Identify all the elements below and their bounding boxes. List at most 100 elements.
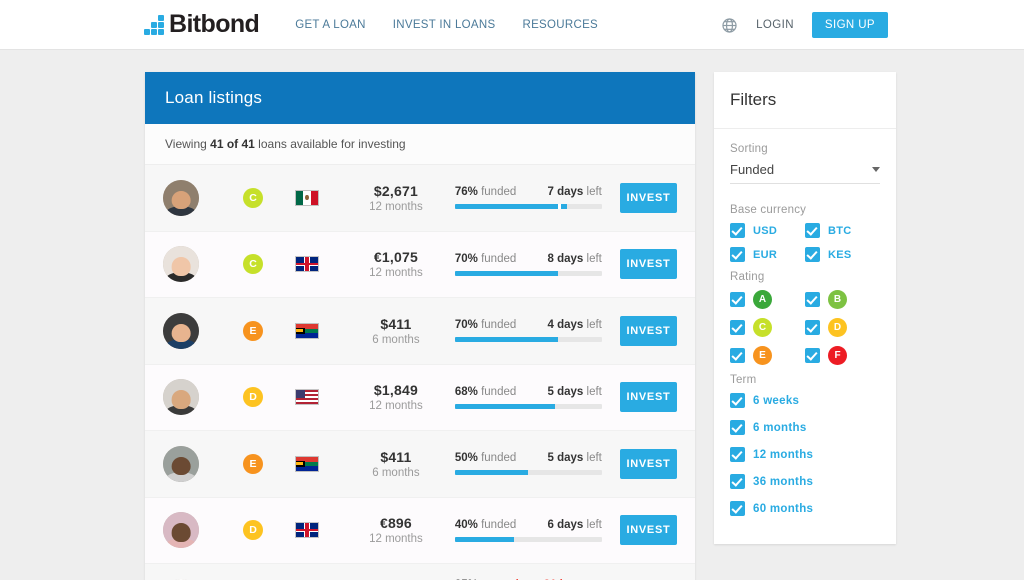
loan-term: 12 months	[369, 267, 423, 280]
sign-up-button[interactable]: SIGN UP	[811, 12, 888, 38]
top-navigation-bar: Bitbond GET A LOAN INVEST IN LOANS RESOU…	[0, 0, 1024, 50]
bitbond-logo-icon	[144, 14, 166, 35]
invest-button[interactable]: INVEST	[619, 515, 677, 546]
loan-term: 12 months	[369, 533, 423, 546]
rating-label: Rating	[730, 271, 765, 283]
table-row[interactable]: E $411 6 months 50% funded 5 days left I…	[145, 431, 695, 498]
funded-percent-text: 70% funded	[454, 252, 517, 265]
currency-checkbox-kes[interactable]: KES	[805, 247, 880, 262]
invest-button[interactable]: INVEST	[619, 315, 677, 346]
checkbox[interactable]	[730, 247, 745, 262]
country-flag-icon	[295, 522, 319, 539]
invest-button[interactable]: INVEST	[619, 182, 677, 213]
table-row[interactable]: E $411 6 months 70% funded 4 days left I…	[145, 298, 695, 365]
checkbox[interactable]	[730, 320, 745, 335]
table-row[interactable]: D $1,849 12 months 68% funded 5 days lef…	[145, 364, 695, 431]
nav-invest-in-loans[interactable]: INVEST IN LOANS	[393, 19, 496, 31]
term-label-text: 60 months	[753, 502, 814, 515]
checkbox[interactable]	[730, 292, 745, 307]
checkbox[interactable]	[730, 420, 745, 435]
rating-badge: F	[828, 346, 847, 365]
table-row[interactable]: C €1,075 12 months 70% funded 8 days lef…	[145, 231, 695, 298]
currency-checkbox-usd[interactable]: USD	[730, 223, 805, 238]
listings-count-prefix: Viewing	[165, 137, 211, 151]
funded-percent-text: 50% funded	[454, 452, 517, 465]
nav-resources[interactable]: RESOURCES	[522, 19, 598, 31]
checkbox[interactable]	[730, 223, 745, 238]
globe-icon[interactable]	[721, 17, 738, 34]
table-row[interactable]: D €1,971 12 months 35% funded about 21 h…	[145, 564, 695, 580]
rating-checkbox-c[interactable]: C	[730, 318, 805, 337]
table-row[interactable]: D €896 12 months 40% funded 6 days left …	[145, 497, 695, 564]
term-checkbox-36-months[interactable]: 36 months	[730, 474, 880, 489]
rating-checkbox-a[interactable]: A	[730, 290, 805, 309]
checkbox[interactable]	[730, 447, 745, 462]
loan-rows: C $2,671 12 months 76% funded 7 days lef…	[145, 165, 695, 580]
progress-fill	[454, 536, 514, 542]
loan-term: 12 months	[369, 400, 423, 413]
time-left-text: 5 days left	[547, 385, 602, 398]
loan-amount-cell: $1,849 12 months	[343, 382, 449, 412]
term-checkbox-6-months[interactable]: 6 months	[730, 420, 880, 435]
nav-get-a-loan[interactable]: GET A LOAN	[295, 19, 366, 31]
logo[interactable]: Bitbond	[144, 10, 260, 38]
avatar	[163, 445, 199, 482]
loan-rating-badge: D	[243, 520, 263, 541]
funding-progress-bar	[454, 470, 602, 476]
progress-fill	[454, 470, 529, 476]
rating-badge: B	[828, 290, 847, 309]
loan-progress-cell: 40% funded 6 days left	[454, 518, 602, 542]
checkbox[interactable]	[730, 393, 745, 408]
top-right-actions: LOGIN SIGN UP	[721, 0, 888, 50]
checkbox[interactable]	[805, 247, 820, 262]
loan-amount-cell: $2,671 12 months	[343, 183, 449, 213]
rating-checkbox-d[interactable]: D	[805, 318, 880, 337]
filters-title: Filters	[714, 72, 896, 129]
term-checkbox-60-months[interactable]: 60 months	[730, 501, 880, 516]
logo-text: Bitbond	[169, 10, 260, 38]
page-body: Loan listings Viewing 41 of 41 loans ava…	[0, 50, 1024, 580]
term-checkbox-6-weeks[interactable]: 6 weeks	[730, 393, 880, 408]
currency-checkbox-eur[interactable]: EUR	[730, 247, 805, 262]
time-left-text: 5 days left	[547, 452, 602, 465]
avatar	[163, 246, 199, 283]
country-flag-icon	[295, 189, 319, 206]
loan-rating-badge: C	[243, 254, 263, 275]
checkbox[interactable]	[730, 474, 745, 489]
checkbox[interactable]	[805, 348, 820, 363]
checkbox[interactable]	[805, 320, 820, 335]
invest-button[interactable]: INVEST	[619, 382, 677, 413]
term-checkbox-12-months[interactable]: 12 months	[730, 447, 880, 462]
checkbox[interactable]	[805, 223, 820, 238]
funded-percent-text: 70% funded	[454, 319, 517, 332]
invest-button[interactable]: INVEST	[619, 448, 677, 479]
filters-panel: Filters Sorting Funded Base currency USD…	[714, 72, 896, 544]
progress-fill	[454, 403, 555, 409]
funded-percent-text: 40% funded	[454, 518, 517, 531]
listings-count-text: Viewing 41 of 41 loans available for inv…	[145, 124, 695, 165]
checkbox[interactable]	[730, 501, 745, 516]
login-link[interactable]: LOGIN	[756, 19, 794, 31]
rating-checkbox-f[interactable]: F	[805, 346, 880, 365]
rating-checkbox-e[interactable]: E	[730, 346, 805, 365]
loan-term: 6 months	[372, 333, 420, 346]
loan-rating-badge: E	[243, 320, 263, 341]
sorting-select[interactable]: Funded	[730, 162, 880, 184]
loan-amount: €1,075	[373, 249, 418, 266]
currency-label: EUR	[753, 248, 778, 261]
loan-rating-badge: D	[243, 387, 263, 408]
rating-checkbox-b[interactable]: B	[805, 290, 880, 309]
currency-checkbox-btc[interactable]: BTC	[805, 223, 880, 238]
currency-label: KES	[828, 248, 852, 261]
base-currency-label: Base currency	[730, 204, 807, 216]
loan-amount-cell: $411 6 months	[343, 449, 449, 479]
checkbox[interactable]	[805, 292, 820, 307]
loan-amount: €896	[379, 515, 412, 532]
chevron-down-icon	[872, 167, 880, 172]
listings-count-suffix: loans available for investing	[254, 137, 406, 151]
table-row[interactable]: C $2,671 12 months 76% funded 7 days lef…	[145, 165, 695, 232]
invest-button[interactable]: INVEST	[619, 249, 677, 280]
checkbox[interactable]	[730, 348, 745, 363]
loan-progress-cell: 68% funded 5 days left	[454, 385, 602, 409]
term-label-text: 36 months	[753, 475, 814, 488]
